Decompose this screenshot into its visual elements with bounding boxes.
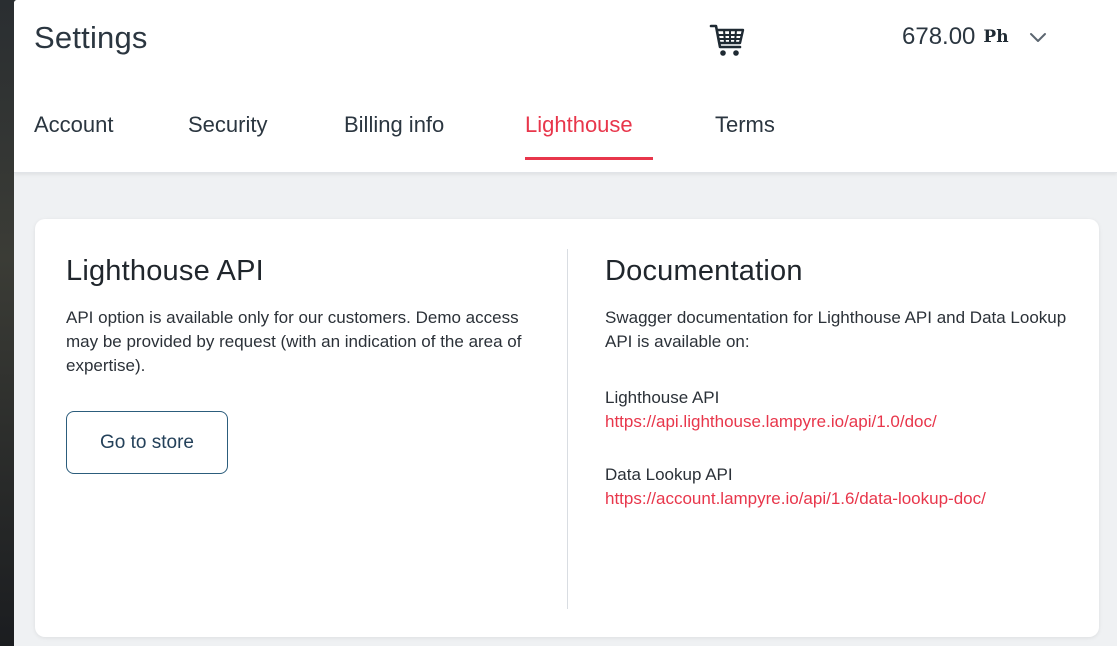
documentation-heading: Documentation: [605, 255, 803, 287]
page-title: Settings: [34, 20, 148, 55]
lighthouse-api-section: Lighthouse API API option is available o…: [66, 255, 536, 474]
active-tab-indicator: [525, 157, 653, 160]
tab-security[interactable]: Security: [188, 112, 344, 160]
balance-dropdown[interactable]: 678.00 Ph: [902, 23, 1049, 51]
section-divider: [567, 249, 568, 609]
balance-unit: Ph: [983, 27, 1009, 47]
tab-label: Terms: [715, 112, 775, 137]
go-to-store-button[interactable]: Go to store: [66, 411, 228, 474]
tab-terms[interactable]: Terms: [715, 112, 805, 160]
tab-label: Lighthouse: [525, 112, 633, 137]
lighthouse-api-heading: Lighthouse API: [66, 255, 264, 287]
tab-label: Account: [34, 112, 114, 137]
shopping-cart-icon[interactable]: [707, 20, 747, 60]
tab-label: Billing info: [344, 112, 445, 137]
tab-account[interactable]: Account: [34, 112, 188, 160]
documentation-section: Documentation Swagger documentation for …: [605, 255, 1075, 511]
lighthouse-api-doc-label: Lighthouse API: [605, 388, 720, 407]
tab-label: Security: [188, 112, 268, 137]
settings-tabs: Account Security Billing info Lighthouse…: [34, 112, 805, 160]
lighthouse-api-doc-link[interactable]: https://api.lighthouse.lampyre.io/api/1.…: [605, 410, 1015, 434]
tab-lighthouse[interactable]: Lighthouse: [525, 112, 715, 160]
data-lookup-api-doc-label: Data Lookup API: [605, 465, 733, 484]
settings-panel: Settings 678.00 Ph Account Security Bill…: [14, 0, 1117, 646]
chevron-down-icon[interactable]: [1027, 26, 1049, 48]
data-lookup-api-doc-link[interactable]: https://account.lampyre.io/api/1.6/data-…: [605, 487, 1015, 511]
lighthouse-api-description: API option is available only for our cus…: [66, 308, 522, 375]
balance-amount: 678.00: [902, 23, 976, 50]
settings-header: Settings 678.00 Ph Account Security Bill…: [14, 0, 1117, 173]
lighthouse-card: Lighthouse API API option is available o…: [35, 219, 1099, 637]
tab-billing-info[interactable]: Billing info: [344, 112, 525, 160]
documentation-description: Swagger documentation for Lighthouse API…: [605, 308, 1067, 351]
